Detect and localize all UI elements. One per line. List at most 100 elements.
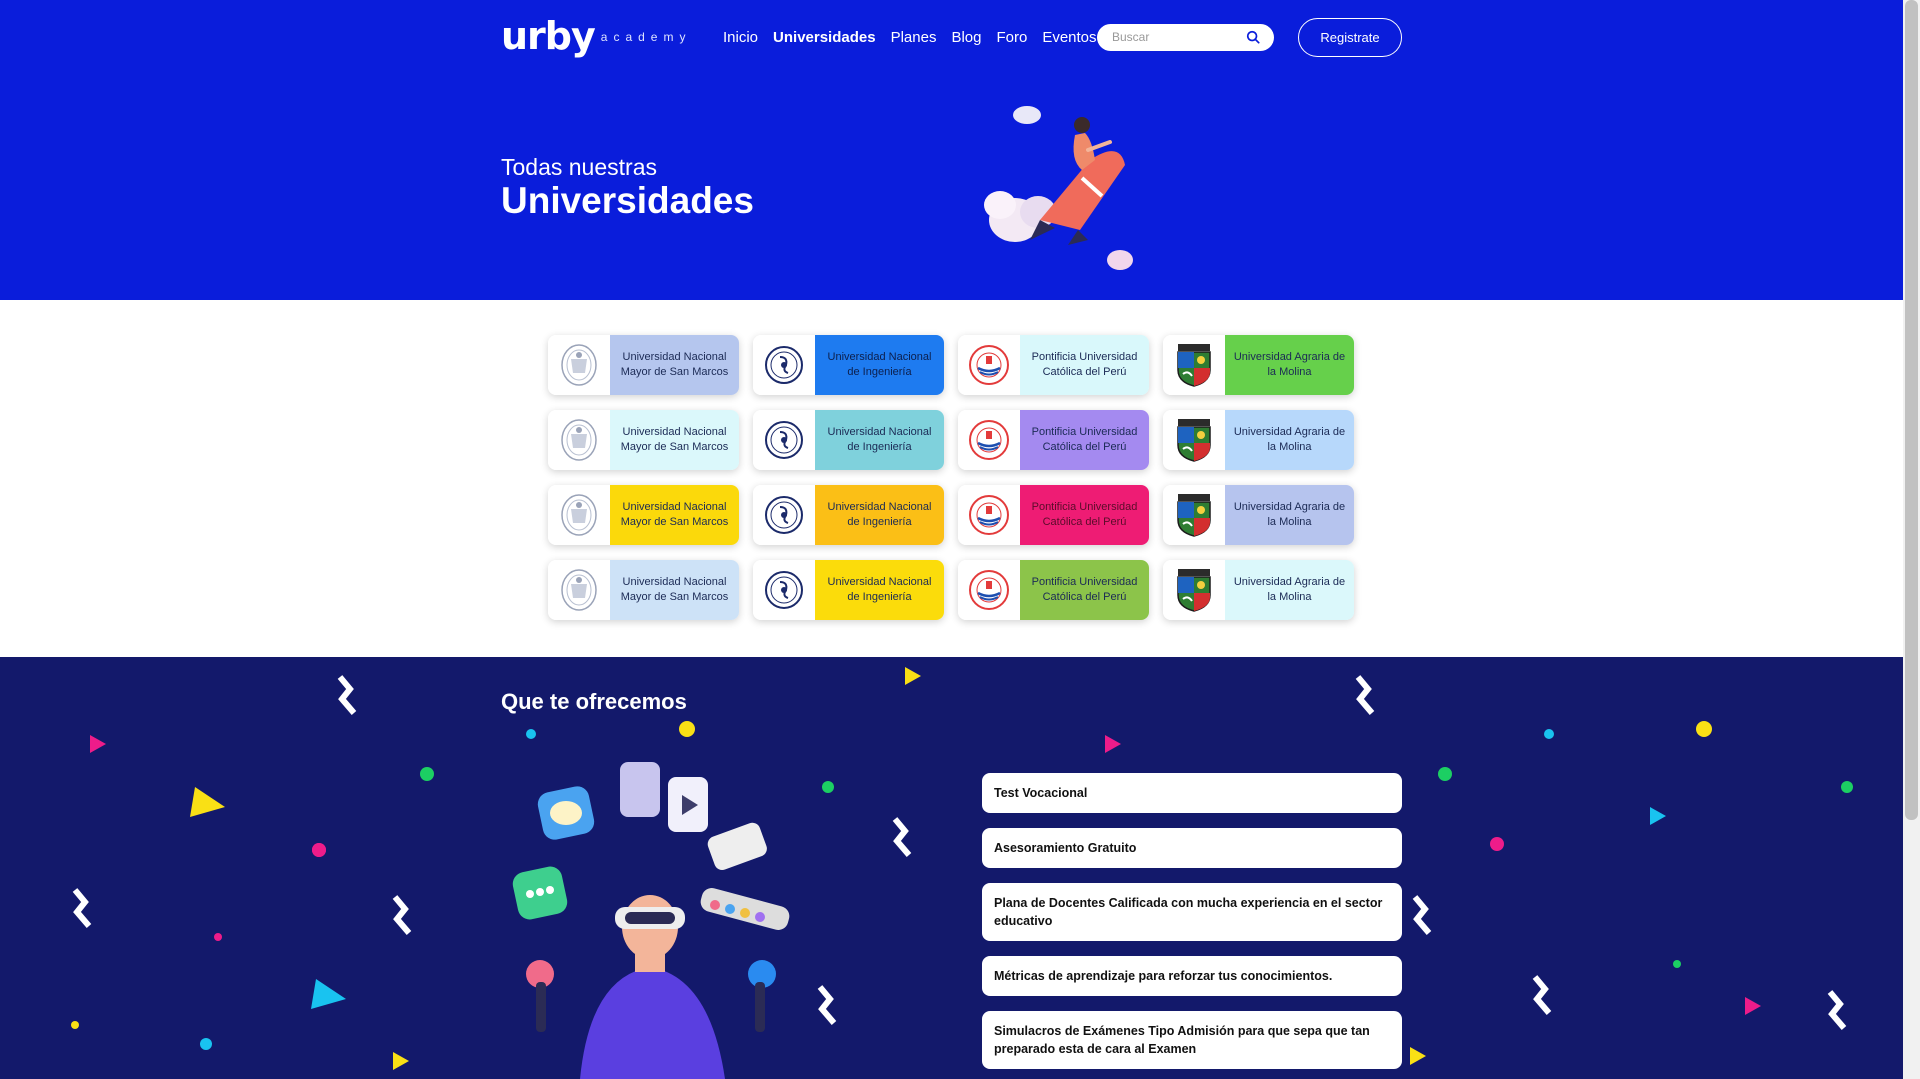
confetti-triangle [90,735,106,753]
confetti-dot [312,843,326,857]
university-card[interactable]: Universidad Nacional Mayor de San Marcos [548,335,739,395]
confetti-dot [1544,729,1554,739]
confetti-dot [200,1038,212,1050]
uni-seal-icon [753,485,815,545]
register-button[interactable]: Registrate [1298,18,1402,57]
confetti-decoration [71,667,1853,1070]
uni-seal-icon [753,560,815,620]
offers-title: Que te ofrecemos [501,689,687,714]
university-name: Pontificia Universidad Católica del Perú [1020,485,1149,545]
university-card[interactable]: Universidad Nacional de Ingeniería [753,485,944,545]
university-card[interactable]: Pontificia Universidad Católica del Perú [958,560,1149,620]
confetti-dot [420,767,434,781]
unmsm-seal-icon [548,335,610,395]
confetti-dot [1696,721,1712,737]
confetti-dot [822,781,834,793]
confetti-dot [1673,960,1681,968]
vr-person-illustration [512,762,790,1079]
unalm-shield-icon [1163,335,1225,395]
confetti-zigzag [392,895,412,935]
universities-grid: Universidad Nacional Mayor de San Marcos… [548,335,1354,620]
confetti-dot [1841,781,1853,793]
nav-planes[interactable]: Planes [891,29,937,46]
university-card[interactable]: Pontificia Universidad Católica del Perú [958,485,1149,545]
university-card[interactable]: Pontificia Universidad Católica del Perú [958,335,1149,395]
university-card[interactable]: Universidad Agraria de la Molina [1163,410,1354,470]
confetti-zigzag [817,985,837,1025]
unmsm-seal-icon [548,410,610,470]
unalm-shield-icon [1163,410,1225,470]
university-name: Pontificia Universidad Católica del Perú [1020,410,1149,470]
confetti-dot [1490,837,1504,851]
confetti-zigzag [337,675,357,715]
confetti-zigzag [1355,675,1375,715]
confetti-zigzag [72,888,92,928]
hero-subtitle: Todas nuestras [501,154,657,180]
confetti-triangle [311,979,346,1009]
university-card[interactable]: Universidad Agraria de la Molina [1163,335,1354,395]
pucp-seal-icon [958,410,1020,470]
logo-subtext: academy [600,30,692,44]
main-nav: Inicio Universidades Planes Blog Foro Ev… [723,29,1112,46]
university-card[interactable]: Universidad Nacional Mayor de San Marcos [548,485,739,545]
confetti-triangle [190,787,225,817]
urby-logo[interactable]: urby academy [501,16,691,56]
confetti-zigzag [892,817,912,857]
nav-universidades[interactable]: Universidades [773,29,876,46]
university-name: Universidad Nacional Mayor de San Marcos [610,560,739,620]
university-card[interactable]: Universidad Nacional de Ingeniería [753,335,944,395]
university-card[interactable]: Universidad Nacional Mayor de San Marcos [548,410,739,470]
logo-text: urby [501,14,596,58]
university-card[interactable]: Universidad Nacional Mayor de San Marcos [548,560,739,620]
confetti-triangle [393,1052,409,1070]
university-name: Universidad Nacional de Ingeniería [815,335,944,395]
university-name: Universidad Nacional Mayor de San Marcos [610,485,739,545]
search-box [1097,24,1274,51]
university-name: Universidad Agraria de la Molina [1225,560,1354,620]
university-card[interactable]: Universidad Agraria de la Molina [1163,560,1354,620]
university-name: Universidad Nacional de Ingeniería [815,560,944,620]
confetti-dot [71,1021,79,1029]
confetti-zigzag [1532,975,1552,1015]
hero-banner: urby academy Inicio Universidades Planes… [0,0,1903,300]
confetti-dot [679,721,695,737]
university-card[interactable]: Universidad Nacional de Ingeniería [753,410,944,470]
university-name: Universidad Agraria de la Molina [1225,410,1354,470]
university-name: Pontificia Universidad Católica del Perú [1020,335,1149,395]
confetti-triangle [1410,1047,1426,1065]
offer-item[interactable]: Simulacros de Exámenes Tipo Admisión par… [982,1011,1402,1069]
page-title: Universidades [501,180,754,221]
unmsm-seal-icon [548,560,610,620]
unalm-shield-icon [1163,485,1225,545]
university-name: Pontificia Universidad Católica del Perú [1020,560,1149,620]
confetti-zigzag [1827,990,1847,1030]
confetti-dot [214,933,222,941]
university-card[interactable]: Universidad Agraria de la Molina [1163,485,1354,545]
rocket-illustration [984,106,1133,270]
offer-item[interactable]: Métricas de aprendizaje para reforzar tu… [982,956,1402,996]
confetti-triangle [1745,997,1761,1015]
uni-seal-icon [753,335,815,395]
search-icon[interactable] [1246,30,1260,44]
nav-blog[interactable]: Blog [951,29,981,46]
confetti-zigzag [1412,895,1432,935]
nav-inicio[interactable]: Inicio [723,29,758,46]
offer-item[interactable]: Asesoramiento Gratuito [982,828,1402,868]
search-input[interactable] [1112,30,1232,44]
university-card[interactable]: Universidad Nacional de Ingeniería [753,560,944,620]
scrollbar-thumb[interactable] [1905,0,1918,820]
nav-eventos[interactable]: Eventos [1042,29,1096,46]
university-card[interactable]: Pontificia Universidad Católica del Perú [958,410,1149,470]
confetti-triangle [905,667,921,685]
confetti-triangle [1105,735,1121,753]
offers-section: Que te ofrecemos Test Vocacional Asesoram… [0,657,1903,1079]
uni-seal-icon [753,410,815,470]
confetti-triangle [1650,807,1666,825]
offer-item[interactable]: Test Vocacional [982,773,1402,813]
unmsm-seal-icon [548,485,610,545]
nav-foro[interactable]: Foro [996,29,1027,46]
university-name: Universidad Agraria de la Molina [1225,335,1354,395]
university-name: Universidad Nacional Mayor de San Marcos [610,335,739,395]
university-name: Universidad Nacional de Ingeniería [815,485,944,545]
offer-item[interactable]: Plana de Docentes Calificada con mucha e… [982,883,1402,941]
